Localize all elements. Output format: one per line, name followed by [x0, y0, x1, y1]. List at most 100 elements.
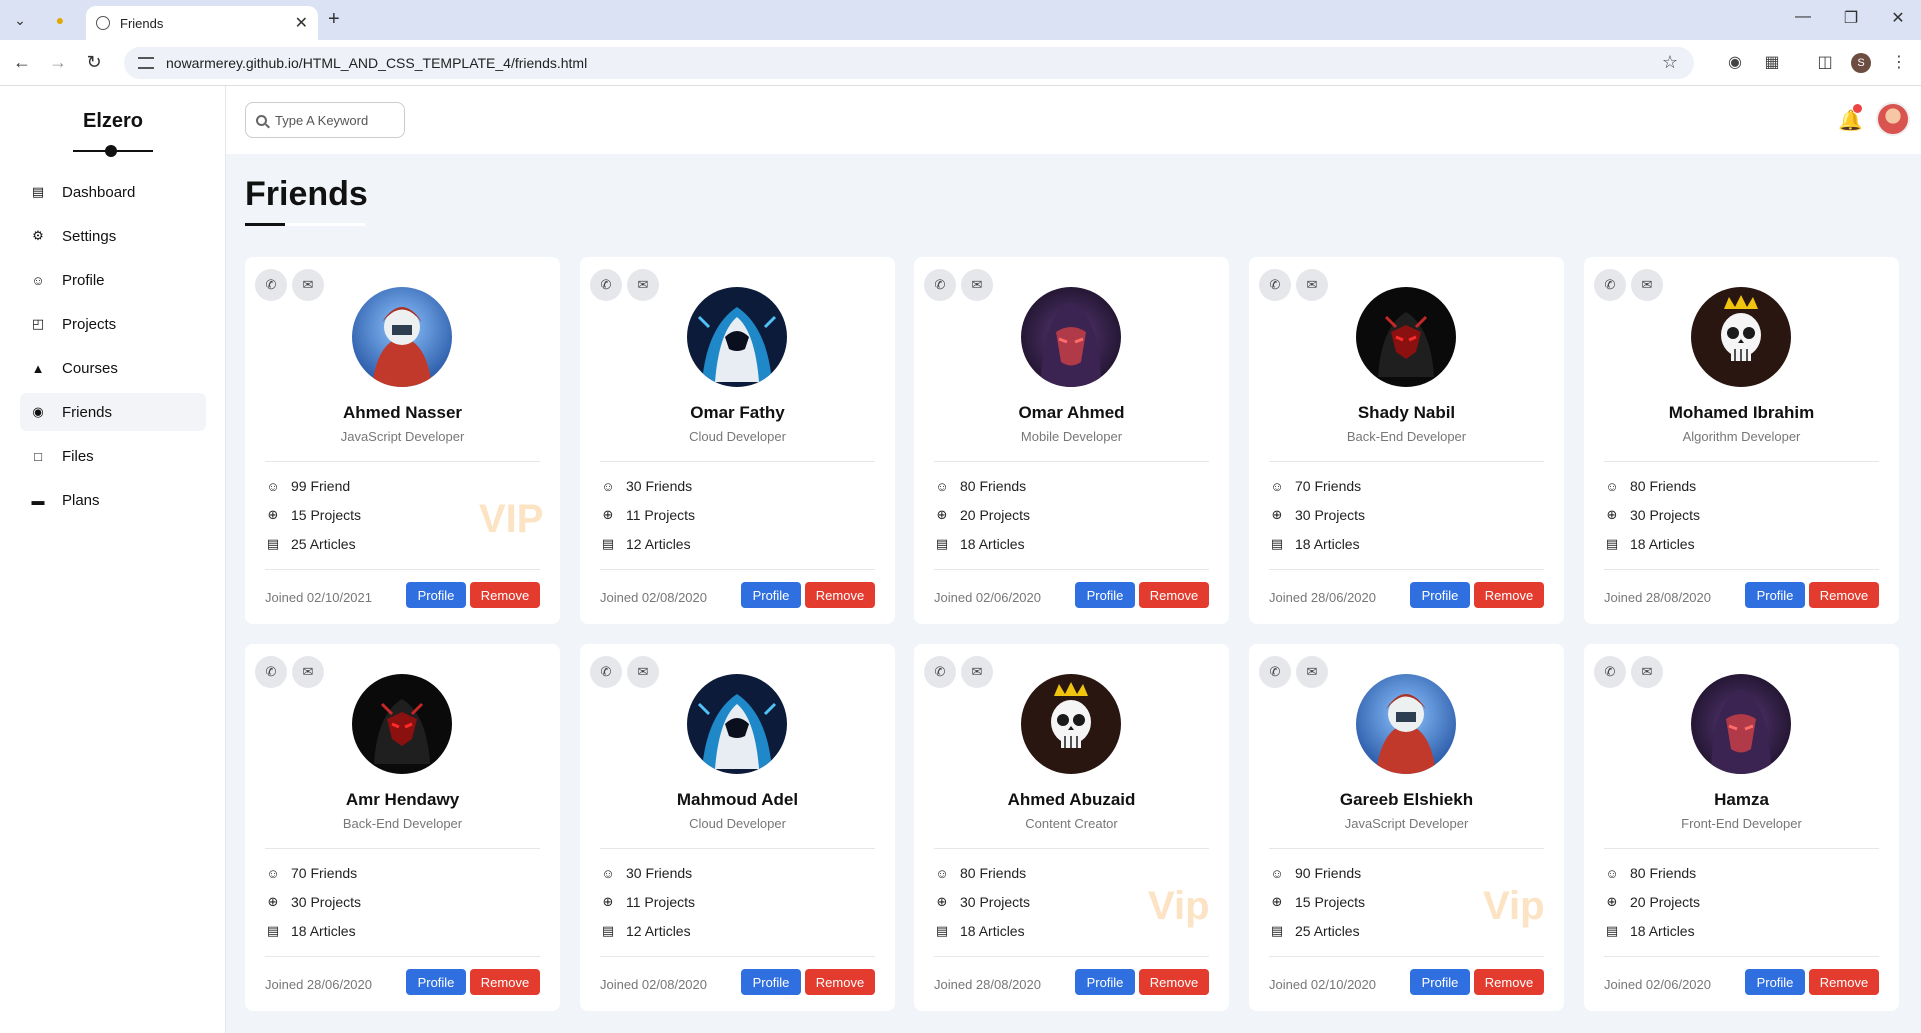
browser-profile-avatar[interactable]: S: [1851, 53, 1871, 73]
search-input[interactable]: Type A Keyword: [245, 102, 405, 138]
remove-button[interactable]: Remove: [1474, 969, 1544, 995]
bookmark-star-icon[interactable]: ☆: [1662, 52, 1678, 73]
minimize-icon[interactable]: —: [1788, 8, 1818, 26]
side-panel-icon[interactable]: ◫: [1814, 52, 1836, 74]
sidebar-item-profile[interactable]: ☺ Profile: [20, 261, 206, 299]
tab-search-icon[interactable]: ⌄: [6, 6, 34, 34]
phone-icon[interactable]: ✆: [924, 656, 956, 688]
phone-icon[interactable]: ✆: [1594, 269, 1626, 301]
friend-card: ✆ ✉ Mohamed Ibrahim Algorithm Developer …: [1584, 257, 1899, 624]
friends-count: ☺ 30 Friends: [600, 478, 692, 494]
articles-count: ▤ 18 Articles: [1604, 923, 1695, 939]
phone-icon[interactable]: ✆: [255, 269, 287, 301]
sidebar-item-dashboard[interactable]: ▤ Dashboard: [20, 173, 206, 211]
mail-icon[interactable]: ✉: [961, 269, 993, 301]
user-avatar[interactable]: [1876, 102, 1910, 136]
mail-icon[interactable]: ✉: [1296, 269, 1328, 301]
sidebar-item-label: Profile: [62, 271, 105, 289]
phone-icon[interactable]: ✆: [1259, 269, 1291, 301]
title-underline-light: [285, 223, 365, 226]
remove-button[interactable]: Remove: [805, 582, 875, 608]
smile-icon: ☺: [1270, 478, 1284, 494]
phone-icon[interactable]: ✆: [1259, 656, 1291, 688]
newspaper-icon: ▤: [935, 923, 949, 938]
profile-button[interactable]: Profile: [1410, 969, 1470, 995]
phone-icon[interactable]: ✆: [590, 656, 622, 688]
friends-count: ☺ 70 Friends: [1269, 478, 1361, 494]
extensions-icon[interactable]: ▦: [1761, 52, 1783, 74]
friends-count-text: 80 Friends: [960, 865, 1027, 881]
mail-icon[interactable]: ✉: [961, 656, 993, 688]
mail-icon[interactable]: ✉: [627, 269, 659, 301]
back-icon[interactable]: ←: [10, 52, 34, 73]
mail-icon[interactable]: ✉: [292, 656, 324, 688]
diagram-icon: ◰: [31, 316, 45, 331]
remove-button[interactable]: Remove: [470, 582, 540, 608]
friend-role: Back-End Developer: [1346, 429, 1467, 444]
site-settings-icon[interactable]: [138, 57, 154, 69]
address-bar[interactable]: nowarmerey.github.io/HTML_AND_CSS_TEMPLA…: [124, 47, 1694, 79]
sidebar-item-files[interactable]: □ Files: [20, 437, 206, 475]
projects-count: ⊕ 15 Projects: [1269, 894, 1366, 910]
friend-avatar: [1021, 287, 1121, 387]
profile-button[interactable]: Profile: [1075, 969, 1135, 995]
profile-button[interactable]: Profile: [1745, 969, 1805, 995]
mail-icon[interactable]: ✉: [292, 269, 324, 301]
profile-button[interactable]: Profile: [1745, 582, 1805, 608]
reload-icon[interactable]: ↻: [82, 52, 106, 73]
mail-icon[interactable]: ✉: [1296, 656, 1328, 688]
profile-button[interactable]: Profile: [406, 969, 466, 995]
phone-icon[interactable]: ✆: [1594, 656, 1626, 688]
profile-button[interactable]: Profile: [741, 969, 801, 995]
newspaper-icon: ▤: [935, 536, 949, 551]
profile-button[interactable]: Profile: [1075, 582, 1135, 608]
remove-button[interactable]: Remove: [1809, 969, 1879, 995]
friend-card: ✆ ✉ Hamza Front-End Developer ☺ 80 Frien…: [1584, 644, 1899, 1011]
sidebar-item-plans[interactable]: ▬ Plans: [20, 481, 206, 519]
friends-count-text: 70 Friends: [1295, 478, 1362, 494]
articles-count: ▤ 12 Articles: [600, 923, 691, 939]
remove-button[interactable]: Remove: [1474, 582, 1544, 608]
profile-button[interactable]: Profile: [741, 582, 801, 608]
pinned-tab-icon[interactable]: ●: [46, 6, 74, 34]
close-tab-icon[interactable]: ✕: [295, 13, 308, 33]
mail-icon[interactable]: ✉: [1631, 656, 1663, 688]
page-title: Friends: [245, 175, 368, 213]
remove-button[interactable]: Remove: [1139, 969, 1209, 995]
phone-icon[interactable]: ✆: [924, 269, 956, 301]
tab-title: Friends: [120, 15, 164, 31]
restore-icon[interactable]: ❐: [1836, 8, 1866, 28]
newspaper-icon: ▤: [1270, 923, 1284, 938]
remove-button[interactable]: Remove: [1809, 582, 1879, 608]
commit-icon: ⊕: [267, 894, 279, 909]
mail-icon[interactable]: ✉: [627, 656, 659, 688]
new-tab-button[interactable]: +: [328, 8, 340, 31]
menu-icon[interactable]: ⋮: [1888, 52, 1910, 74]
remove-button[interactable]: Remove: [1139, 582, 1209, 608]
smile-icon: ☺: [266, 478, 280, 494]
remove-button[interactable]: Remove: [470, 969, 540, 995]
projects-count-text: 20 Projects: [1630, 894, 1701, 910]
file-icon: □: [34, 448, 42, 464]
articles-count-text: 18 Articles: [960, 923, 1025, 939]
phone-icon[interactable]: ✆: [590, 269, 622, 301]
profile-button[interactable]: Profile: [1410, 582, 1470, 608]
sidebar-item-courses[interactable]: ▲ Courses: [20, 349, 206, 387]
sidebar-item-projects[interactable]: ◰ Projects: [20, 305, 206, 343]
sidebar-item-friends[interactable]: ◉ Friends: [20, 393, 206, 431]
close-window-icon[interactable]: ✕: [1883, 8, 1913, 28]
profile-button[interactable]: Profile: [406, 582, 466, 608]
remove-button[interactable]: Remove: [805, 969, 875, 995]
friends-count: ☺ 80 Friends: [1604, 478, 1696, 494]
articles-count: ▤ 18 Articles: [1269, 536, 1360, 552]
forward-icon[interactable]: →: [46, 52, 70, 73]
phone-icon[interactable]: ✆: [255, 656, 287, 688]
translate-icon[interactable]: ◉: [1724, 52, 1746, 74]
projects-count-text: 15 Projects: [1295, 894, 1366, 910]
mail-icon[interactable]: ✉: [1631, 269, 1663, 301]
friend-card: ✆ ✉ Gareeb Elshiekh JavaScript Developer…: [1249, 644, 1564, 1011]
divider: [600, 569, 875, 570]
browser-tab-active[interactable]: Friends ✕: [86, 6, 318, 40]
sidebar-item-settings[interactable]: ⚙ Settings: [20, 217, 206, 255]
divider: [1604, 848, 1879, 849]
